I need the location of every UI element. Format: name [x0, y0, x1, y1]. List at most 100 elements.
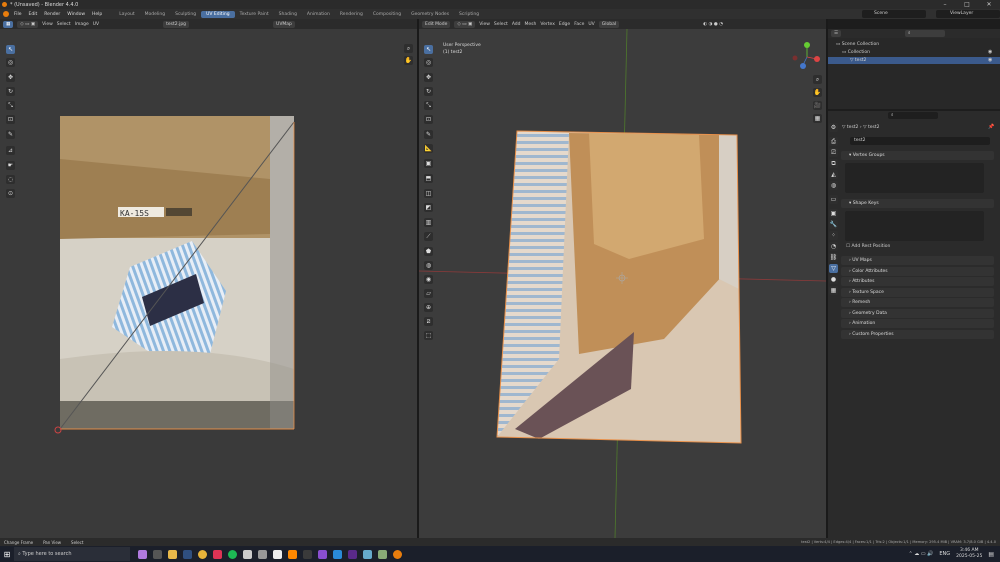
vp-menu-select[interactable]: Select [494, 22, 508, 27]
annotate-icon[interactable]: ✎ [424, 130, 433, 139]
workspace-tab-modeling[interactable]: Modeling [140, 11, 170, 18]
workspace-tab-scripting[interactable]: Scripting [454, 11, 484, 18]
relax-tool-icon[interactable]: ◌ [6, 175, 15, 184]
knife-icon[interactable]: ⟋ [424, 232, 433, 241]
workspace-tab-texture-paint[interactable]: Texture Paint [235, 11, 274, 18]
shading-buttons[interactable]: ◐ ◑ ● ◔ [703, 22, 723, 27]
vp-menu-face[interactable]: Face [574, 22, 584, 27]
uv-menu-uv[interactable]: UV [93, 22, 99, 27]
vp-zoom-icon[interactable]: ⌕ [813, 75, 822, 84]
uv-menu-view[interactable]: View [42, 22, 53, 27]
uv-image-canvas[interactable]: KA-15S [0, 29, 417, 538]
vp-menu-mesh[interactable]: Mesh [525, 22, 537, 27]
menu-file[interactable]: File [14, 12, 22, 17]
bevel-icon[interactable]: ◩ [424, 203, 433, 212]
scale-tool-icon[interactable]: ⤡ [6, 101, 15, 110]
output-tab-icon[interactable]: ⎚ [829, 148, 838, 157]
chrome-icon[interactable] [198, 549, 207, 559]
scene-selector[interactable]: Scene [862, 10, 926, 18]
file-explorer-icon[interactable] [168, 549, 177, 559]
collection-tab-icon[interactable]: ▭ [829, 195, 838, 204]
select-box-icon[interactable]: ↖ [424, 45, 433, 54]
panel-color-attributes[interactable]: › Color Attributes [841, 266, 994, 276]
particles-tab-icon[interactable]: ⁘ [829, 231, 838, 240]
cursor-icon[interactable]: ◎ [424, 58, 433, 67]
notification-icon[interactable]: ▤ [988, 551, 994, 558]
steam-icon[interactable] [183, 549, 192, 559]
pinch-tool-icon[interactable]: ⊙ [6, 189, 15, 198]
visual-studio-icon[interactable] [318, 549, 327, 559]
workspace-tab-shading[interactable]: Shading [274, 11, 302, 18]
add-rest-position-checkbox[interactable]: ☐ Add Rest Position [846, 244, 890, 249]
physics-tab-icon[interactable]: ◔ [829, 242, 838, 251]
workspace-tab-layout[interactable]: Layout [114, 11, 139, 18]
outliner-search[interactable]: ⌕ [905, 30, 946, 37]
viewport-canvas[interactable] [419, 29, 826, 538]
vp-menu-view[interactable]: View [479, 22, 490, 27]
tray-icons[interactable]: ⌃ ☁ ▭ 🔊 [908, 551, 933, 557]
world-tab-icon[interactable]: ◍ [829, 181, 838, 190]
orientation-selector[interactable]: Global [598, 20, 620, 28]
image-selector[interactable]: test2.jpg [163, 20, 190, 28]
properties-search[interactable]: ⌕ [888, 112, 938, 119]
workspace-tab-geometry-nodes[interactable]: Geometry Nodes [406, 11, 454, 18]
grab-tool-icon[interactable]: ☛ [6, 161, 15, 170]
tool-tab-icon[interactable]: ⚙ [829, 123, 838, 132]
vp-pan-icon[interactable]: ✋ [813, 88, 822, 97]
vp-menu-edge[interactable]: Edge [559, 22, 570, 27]
panel-remesh[interactable]: › Remesh [841, 298, 994, 307]
rip-region-icon[interactable]: ⬚ [424, 331, 433, 340]
shear-icon[interactable]: ⧄ [424, 317, 433, 326]
mesh-select-mode[interactable]: ◇ ▭ ▣ [454, 20, 476, 28]
rip-tool-icon[interactable]: ⊿ [6, 146, 15, 155]
vertex-groups-list[interactable] [845, 163, 984, 193]
workspace-tab-uv-editing[interactable]: UV Editing [201, 10, 235, 18]
clock[interactable]: 3:46 AM 2025-05-25 [956, 548, 982, 560]
maximize-button[interactable]: □ [956, 0, 978, 9]
outliner-row-collection[interactable]: ▭ Collection [842, 50, 870, 55]
terminal-icon[interactable] [303, 549, 312, 559]
loop-cut-icon[interactable]: ▥ [424, 218, 433, 227]
panel-texture-space[interactable]: › Texture Space [841, 287, 994, 297]
move-tool-icon[interactable]: ✥ [6, 73, 15, 82]
editor-type-button[interactable]: ▦ [3, 20, 14, 28]
uv-menu-select[interactable]: Select [57, 22, 71, 27]
zoom-icon[interactable]: ⌕ [404, 44, 413, 53]
photoshop-icon[interactable] [348, 549, 357, 559]
workspace-tab-sculpting[interactable]: Sculpting [170, 11, 201, 18]
workspace-tab-rendering[interactable]: Rendering [335, 11, 368, 18]
render-tab-icon[interactable]: ⎙ [829, 137, 838, 146]
mode-selector[interactable]: Edit Mode [422, 20, 451, 28]
visibility-eye-icon[interactable]: ◉ [988, 57, 992, 63]
blender-taskbar-icon[interactable] [393, 549, 402, 559]
viewlayer-selector[interactable]: ViewLayer [936, 10, 1000, 18]
task-view-icon[interactable] [153, 549, 162, 559]
panel-shape-keys[interactable]: ▾ Shape Keys [841, 199, 994, 208]
constraints-tab-icon[interactable]: ⛓ [829, 253, 838, 262]
panel-custom-properties[interactable]: › Custom Properties [841, 329, 994, 339]
vp-menu-vertex[interactable]: Vertex [540, 22, 554, 27]
ortho-toggle-icon[interactable]: ▦ [813, 114, 822, 123]
spin-icon[interactable]: ◍ [424, 261, 433, 270]
pan-hand-icon[interactable]: ✋ [404, 56, 413, 65]
misc-app-icon[interactable] [378, 549, 387, 559]
workspace-tab-animation[interactable]: Animation [302, 11, 335, 18]
modifier-tab-icon[interactable]: 🔧 [829, 220, 838, 229]
outliner-type-button[interactable]: ☰ [831, 30, 842, 37]
panel-uv-maps[interactable]: › UV Maps [841, 256, 994, 265]
transform-tool-icon[interactable]: ⊡ [6, 115, 15, 124]
smooth-icon[interactable]: ◉ [424, 275, 433, 284]
sublime-icon[interactable] [288, 549, 297, 559]
panel-vertex-groups[interactable]: ▾ Vertex Groups [841, 151, 994, 160]
blender-launcher-icon[interactable] [273, 549, 282, 559]
uv-menu-image[interactable]: Image [75, 22, 89, 27]
menu-render[interactable]: Render [44, 12, 60, 17]
uv-select-mode[interactable]: ◇ ▭ ▣ [17, 20, 39, 28]
app-icon[interactable] [213, 549, 222, 559]
transform-icon[interactable]: ⊡ [424, 115, 433, 124]
shape-keys-list[interactable] [845, 211, 984, 241]
windows-start-icon[interactable]: ⊞ [0, 550, 14, 559]
scale-icon[interactable]: ⤡ [424, 101, 433, 110]
panel-geometry-data[interactable]: › Geometry Data [841, 308, 994, 318]
unity-hub-icon[interactable] [258, 549, 267, 559]
